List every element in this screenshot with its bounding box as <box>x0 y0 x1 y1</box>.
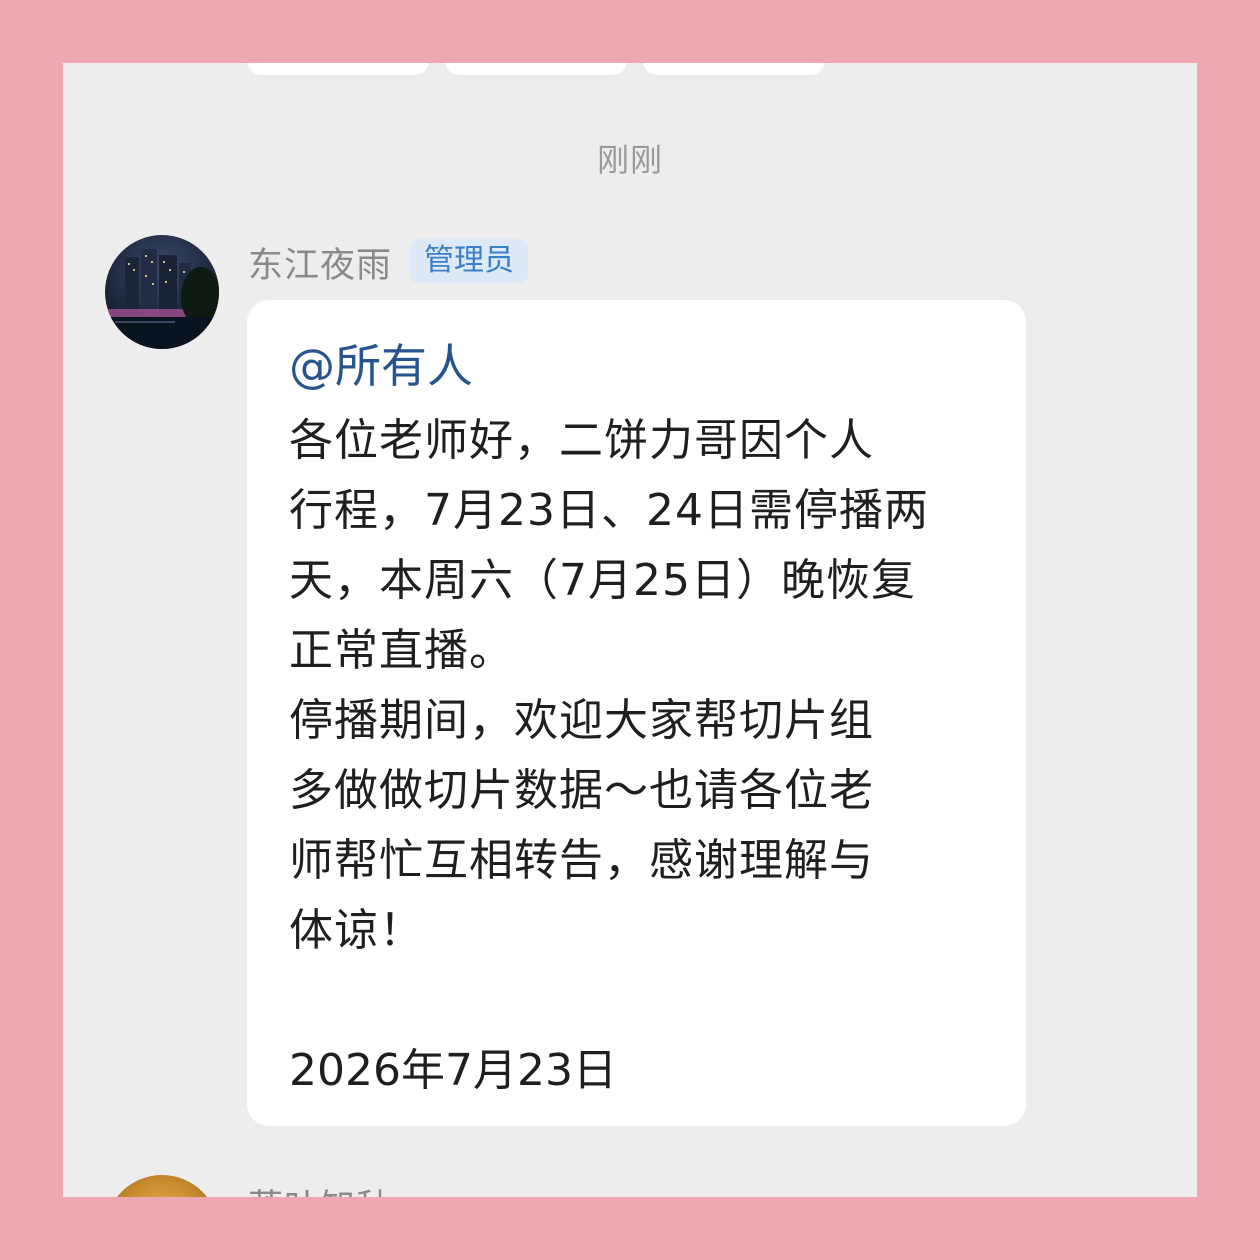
message-line: 停播期间，欢迎大家帮切片组 <box>289 695 874 746</box>
message-line: 体谅！ <box>289 905 424 956</box>
message-line: 天，本周六（7月25日）晚恢复 <box>289 555 916 606</box>
message-line: 多做做切片数据～也请各位老 <box>289 765 874 816</box>
night-city-avatar-image <box>105 235 219 349</box>
message-date: 2026年7月23日 <box>289 1045 617 1096</box>
message-line: 正常直播。 <box>289 625 514 676</box>
previous-message-bubble[interactable] <box>445 63 627 75</box>
admin-badge: 管理员 <box>410 239 528 283</box>
sender-name[interactable]: 东江夜雨 <box>248 237 392 288</box>
message-line: 师帮忙互相转告，感谢理解与 <box>289 835 874 886</box>
next-sender-name[interactable]: 落叶知秋 <box>248 1179 392 1197</box>
sender-avatar[interactable] <box>105 235 219 349</box>
mention-all[interactable]: @所有人 <box>289 338 986 394</box>
previous-message-bubble[interactable] <box>247 63 429 75</box>
next-sender-avatar[interactable] <box>105 1175 219 1197</box>
message-line: 行程，7月23日、24日需停播两 <box>289 485 929 536</box>
chat-screen: 刚刚 东江夜雨 管理员 @所有人 各位老师好，二饼力哥因个人 行程，7月23日、… <box>63 63 1197 1197</box>
message-bubble[interactable]: @所有人 各位老师好，二饼力哥因个人 行程，7月23日、24日需停播两 天，本周… <box>247 300 1026 1126</box>
previous-message-bubble[interactable] <box>643 63 825 75</box>
message-timestamp: 刚刚 <box>596 141 663 179</box>
message-line: 各位老师好，二饼力哥因个人 <box>289 415 874 466</box>
